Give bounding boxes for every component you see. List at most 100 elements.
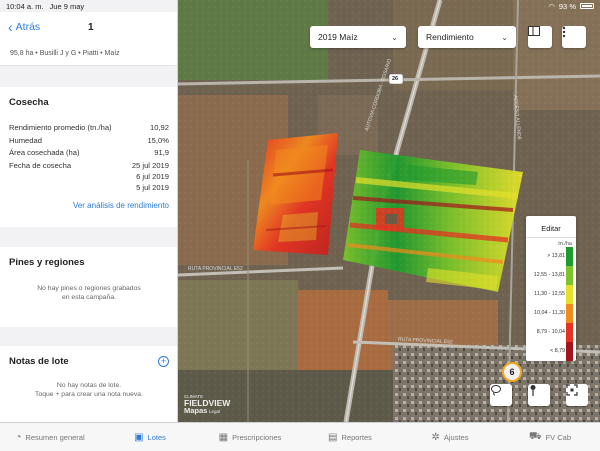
harvest-date: 5 jul 2019 [136,182,169,192]
row-value: 25 jul 2019 [131,160,169,170]
legend-swatch [566,247,573,266]
legend-unit: tn./ha [558,241,572,247]
harvest-heading: Cosecha [9,97,49,108]
status-time: 10:04 a. m. [6,1,44,11]
season-select-value: 2019 Maíz [318,32,358,42]
grid-icon: ▦ [218,431,229,443]
harvest-row: Humedad 15,0% [9,135,169,148]
row-label: Área cosechada (ha) [9,148,80,157]
fit-to-field-button[interactable] [566,384,588,406]
legend-swatch [566,323,573,342]
legend-item-label: 10,04 - 11,30 [534,310,565,316]
harvest-row: Fecha de cosecha 25 jul 2019 [9,160,169,173]
notes-empty-message: No hay notas de lote. Toque + para crear… [9,381,169,399]
drop-pin-button[interactable] [528,384,550,406]
row-label: Fecha de cosecha [9,160,72,170]
detail-panel: ‹ Atrás 1 95,8 ha • Busilli J y G • Piat… [0,0,178,422]
watermark-maps: Mapas [184,406,208,415]
legend-swatch [566,266,573,285]
tab-tractor[interactable]: ⛟ FV Cab [500,423,600,451]
focus-frame-icon [566,384,578,396]
map-watermark: CLIMATE FIELDVIEW Mapas Legal [184,393,230,416]
chevron-down-icon: ⌄ [501,32,508,42]
map-view[interactable]: 26 AUTOVIA CORDOBA - ROSARIO ACCESO ALLE… [178,0,600,422]
row-label: Rendimiento promedio (tn./ha) [9,123,112,132]
battery-percent: 93 % [558,1,576,11]
pin-icon [530,385,536,396]
document-icon: ▤ [328,431,338,443]
edit-legend-button[interactable]: Editar [526,216,576,238]
season-select[interactable]: 2019 Maíz ⌄ [310,26,406,48]
notes-heading: Notas de lote [9,356,69,367]
back-label: Atrás [15,21,41,33]
page-title: 1 [88,21,94,33]
notes-header: Notas de lote + [9,356,169,367]
legend-items: > 13,81 12,55 - 13,81 11,30 - 12,55 10,04 -… [526,247,576,361]
legend-swatch [566,285,573,304]
navigation-bar: ‹ Atrás 1 [0,12,177,42]
yield-legend: Editar tn./ha > 13,81 12,55 - 13,81 11,30 … [526,216,576,361]
battery-icon [580,3,594,9]
harvest-dates: 6 jul 2019 5 jul 2019 [9,172,169,193]
notes-card: Notas de lote + No hay notas de lote. To… [0,346,177,422]
tab-label: Ajustes [443,432,469,442]
gauge-icon: ◔ [15,431,22,443]
lasso-button[interactable] [490,384,512,406]
add-note-button[interactable]: + [158,356,169,367]
tab-gear[interactable]: ✲ Ajustes [400,423,500,451]
tab-field[interactable]: ▣ Lotes [100,423,200,451]
legend-item: > 13,81 [526,247,576,266]
split-view-button[interactable] [528,26,552,48]
legend-swatch [566,304,573,323]
pins-heading: Pines y regiones [9,257,85,268]
row-value: 10,92 [149,123,169,132]
status-date: Jue 9 may [49,1,85,11]
legend-item-label: < 8,79 [550,348,565,354]
legend-item: 10,04 - 11,30 [526,304,576,323]
empty-line: No hay notas de lote. [56,382,122,389]
field-summary: 95,8 ha • Busilli J y G • Piatti • Maíz [0,42,177,66]
legend-item-label: 12,55 - 13,81 [533,272,565,278]
tab-label: FV Cab [545,432,572,442]
harvest-row: Área cosechada (ha) 91,9 [9,147,169,160]
legend-item: 8,79 - 10,04 [526,323,576,342]
legend-item-label: 11,30 - 12,55 [534,291,565,297]
row-value: 15,0% [147,135,169,145]
pins-card: Pines y regiones No hay pines o regiones… [0,247,177,327]
layer-select-value: Rendimiento [426,32,474,42]
harvest-row: Rendimiento promedio (tn./ha) 10,92 [9,122,169,135]
back-button[interactable]: ‹ Atrás [8,19,41,35]
route-shield-label: 26 [392,76,399,82]
chevron-down-icon: ⌄ [391,32,398,42]
row-label: Humedad [9,135,42,145]
chevron-left-icon: ‹ [8,19,13,35]
legend-item: 12,55 - 13,81 [526,266,576,285]
tab-label: Lotes [147,432,166,442]
tab-label: Resumen general [25,432,85,442]
row-value: 91,9 [154,148,169,157]
wifi-icon: ◠ [548,1,555,11]
pass-count-badge: 6 [502,362,522,382]
more-vertical-icon [562,26,566,38]
empty-line: Toque + para crear una nota nueva. [35,391,143,398]
gear-icon: ✲ [431,431,440,443]
status-right: ◠ 93 % [548,2,594,11]
road-label: RUTA PROVINCIAL E52 [188,266,243,272]
lasso-icon [491,385,501,396]
more-options-button[interactable] [562,26,586,48]
empty-line: No hay pines o regiones grabados [37,285,141,292]
tab-grid[interactable]: ▦ Prescripciones [200,423,300,451]
tab-bar: ◔ Resumen general ▣ Lotes ▦ Prescripciones ▤ Re… [0,422,600,451]
legal-link[interactable]: Legal [209,409,220,414]
legend-item-label: 8,79 - 10,04 [536,329,565,335]
tab-gauge[interactable]: ◔ Resumen general [0,423,100,451]
tab-document[interactable]: ▤ Reportes [300,423,400,451]
layer-select[interactable]: Rendimiento ⌄ [418,26,516,48]
pins-empty-message: No hay pines o regiones grabados en esta… [9,284,169,302]
tab-label: Prescripciones [232,432,282,442]
yield-analysis-link[interactable]: Ver análisis de rendimiento [9,201,169,210]
harvest-card: Cosecha Rendimiento promedio (tn./ha) 10,… [0,87,177,227]
tab-label: Reportes [341,432,372,442]
status-bar: 10:04 a. m. Jue 9 may ◠ 93 % [0,0,600,12]
field-icon: ▣ [134,431,144,443]
